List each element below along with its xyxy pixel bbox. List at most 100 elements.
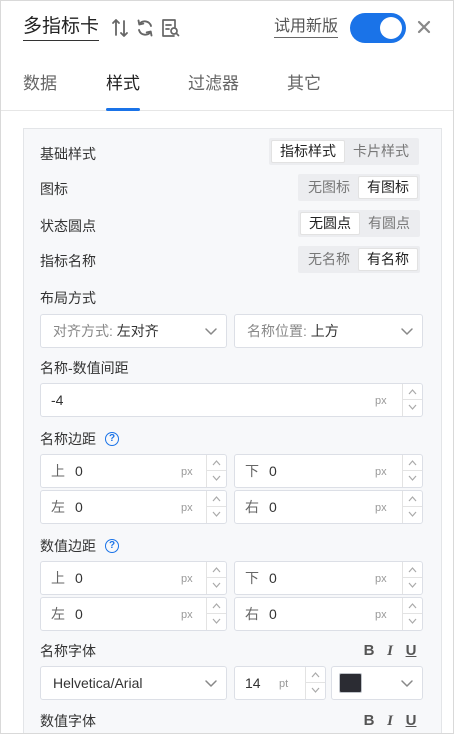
- name-value-gap-label: 名称-数值间距: [40, 360, 129, 376]
- base-style-label: 基础样式: [40, 146, 96, 162]
- value-margin-right-prefix: 右: [245, 606, 259, 622]
- name-value-gap-stepper: [402, 384, 422, 416]
- value-font-format-group: B I U: [362, 713, 422, 730]
- stepper-down-button[interactable]: [403, 578, 422, 594]
- name-margin-top-unit: px: [181, 466, 193, 478]
- chevron-down-icon: [401, 328, 413, 335]
- chevron-down-icon: [408, 475, 417, 481]
- stepper-down-button[interactable]: [403, 400, 422, 416]
- stepper-up-button[interactable]: [403, 598, 422, 614]
- new-version-toggle[interactable]: [350, 13, 406, 43]
- chevron-down-icon: [408, 404, 417, 410]
- chevron-up-icon: [212, 496, 221, 502]
- help-icon[interactable]: ?: [105, 432, 119, 446]
- stepper-down-button[interactable]: [306, 683, 325, 699]
- help-icon[interactable]: ?: [105, 539, 119, 553]
- sort-icon[interactable]: [110, 17, 130, 39]
- tab-data[interactable]: 数据: [23, 73, 57, 95]
- name-margin-top-stepper: [206, 455, 226, 487]
- stepper-down-button[interactable]: [207, 578, 226, 594]
- stepper-up-button[interactable]: [207, 562, 226, 578]
- metric-name-option-none[interactable]: 无名称: [300, 248, 358, 271]
- try-new-version-link[interactable]: 试用新版: [274, 17, 339, 38]
- tab-style[interactable]: 样式: [106, 73, 140, 95]
- name-margin-bottom-stepper: [402, 455, 422, 487]
- name-margin-left-input[interactable]: 左 0 px: [40, 490, 227, 524]
- chevron-down-icon: [408, 582, 417, 588]
- bold-button[interactable]: B: [362, 713, 376, 729]
- status-dot-option-none[interactable]: 无圆点: [300, 212, 360, 235]
- value-margin-left-input[interactable]: 左 0 px: [40, 597, 227, 631]
- value-margin-top-input[interactable]: 上 0 px: [40, 561, 227, 595]
- stepper-down-button[interactable]: [403, 471, 422, 487]
- name-font-size-unit: pt: [279, 678, 289, 690]
- name-margin-bottom-input[interactable]: 下 0 px: [234, 454, 423, 488]
- icon-label: 图标: [40, 181, 68, 197]
- underline-button[interactable]: U: [404, 643, 418, 659]
- name-font-size-value: 14: [245, 675, 261, 691]
- value-margin-right-stepper: [402, 598, 422, 630]
- chevron-up-icon: [408, 389, 417, 395]
- chevron-down-icon: [212, 582, 221, 588]
- bold-button[interactable]: B: [362, 643, 376, 659]
- value-margin-label: 数值边距: [40, 538, 96, 554]
- refresh-icon[interactable]: [135, 17, 155, 39]
- tab-filter[interactable]: 过滤器: [188, 73, 239, 95]
- stepper-down-button[interactable]: [207, 507, 226, 523]
- name-margin-top-value: 0: [75, 463, 83, 479]
- stepper-down-button[interactable]: [207, 614, 226, 630]
- name-position-select[interactable]: 名称位置: 上方: [234, 314, 423, 348]
- chevron-down-icon: [212, 511, 221, 517]
- value-margin-right-input[interactable]: 右 0 px: [234, 597, 423, 631]
- header: 多指标卡 试用新版: [1, 1, 453, 57]
- name-margin-top-input[interactable]: 上 0 px: [40, 454, 227, 488]
- tab-other[interactable]: 其它: [287, 73, 321, 95]
- name-font-size-input[interactable]: 14 pt: [234, 666, 326, 700]
- toggle-knob: [380, 17, 402, 39]
- stepper-up-button[interactable]: [403, 491, 422, 507]
- stepper-up-button[interactable]: [207, 491, 226, 507]
- name-value-gap-input[interactable]: -4 px: [40, 383, 423, 417]
- status-dot-label: 状态圆点: [40, 218, 96, 234]
- name-position-prefix: 名称位置:: [247, 323, 307, 339]
- preview-icon[interactable]: [160, 17, 180, 39]
- metric-name-segmented: 无名称 有名称: [298, 246, 420, 273]
- name-value-gap-value: -4: [51, 392, 64, 408]
- stepper-up-button[interactable]: [207, 598, 226, 614]
- stepper-up-button[interactable]: [207, 455, 226, 471]
- name-font-color-select[interactable]: [331, 666, 423, 700]
- status-dot-option-with[interactable]: 有圆点: [360, 212, 418, 235]
- align-select[interactable]: 对齐方式: 左对齐: [40, 314, 227, 348]
- base-style-option-metric[interactable]: 指标样式: [271, 140, 345, 163]
- stepper-down-button[interactable]: [403, 507, 422, 523]
- chevron-up-icon: [408, 567, 417, 573]
- icon-option-none[interactable]: 无图标: [300, 176, 358, 199]
- chevron-up-icon: [408, 603, 417, 609]
- stepper-up-button[interactable]: [403, 384, 422, 400]
- metric-name-option-with[interactable]: 有名称: [358, 248, 418, 271]
- italic-button[interactable]: I: [383, 643, 397, 659]
- value-margin-top-value: 0: [75, 570, 83, 586]
- underline-button[interactable]: U: [404, 713, 418, 729]
- page-title[interactable]: 多指标卡: [23, 15, 100, 41]
- close-icon[interactable]: [414, 16, 434, 38]
- stepper-down-button[interactable]: [403, 614, 422, 630]
- stepper-up-button[interactable]: [403, 562, 422, 578]
- active-tab-indicator: [106, 108, 140, 111]
- stepper-up-button[interactable]: [306, 667, 325, 683]
- value-margin-left-unit: px: [181, 609, 193, 621]
- style-settings-panel: 基础样式 指标样式 卡片样式 图标 无图标 有图标 状态圆点 无圆点 有圆点 指…: [23, 128, 442, 733]
- color-swatch: [339, 673, 362, 693]
- chevron-down-icon: [311, 687, 320, 693]
- chevron-down-icon: [212, 618, 221, 624]
- italic-button[interactable]: I: [383, 713, 397, 729]
- icon-segmented: 无图标 有图标: [298, 174, 420, 201]
- name-margin-right-prefix: 右: [245, 499, 259, 515]
- value-margin-bottom-input[interactable]: 下 0 px: [234, 561, 423, 595]
- stepper-down-button[interactable]: [207, 471, 226, 487]
- name-margin-right-input[interactable]: 右 0 px: [234, 490, 423, 524]
- name-font-family-select[interactable]: Helvetica/Arial: [40, 666, 227, 700]
- base-style-option-card[interactable]: 卡片样式: [345, 140, 417, 163]
- icon-option-with[interactable]: 有图标: [358, 176, 418, 199]
- stepper-up-button[interactable]: [403, 455, 422, 471]
